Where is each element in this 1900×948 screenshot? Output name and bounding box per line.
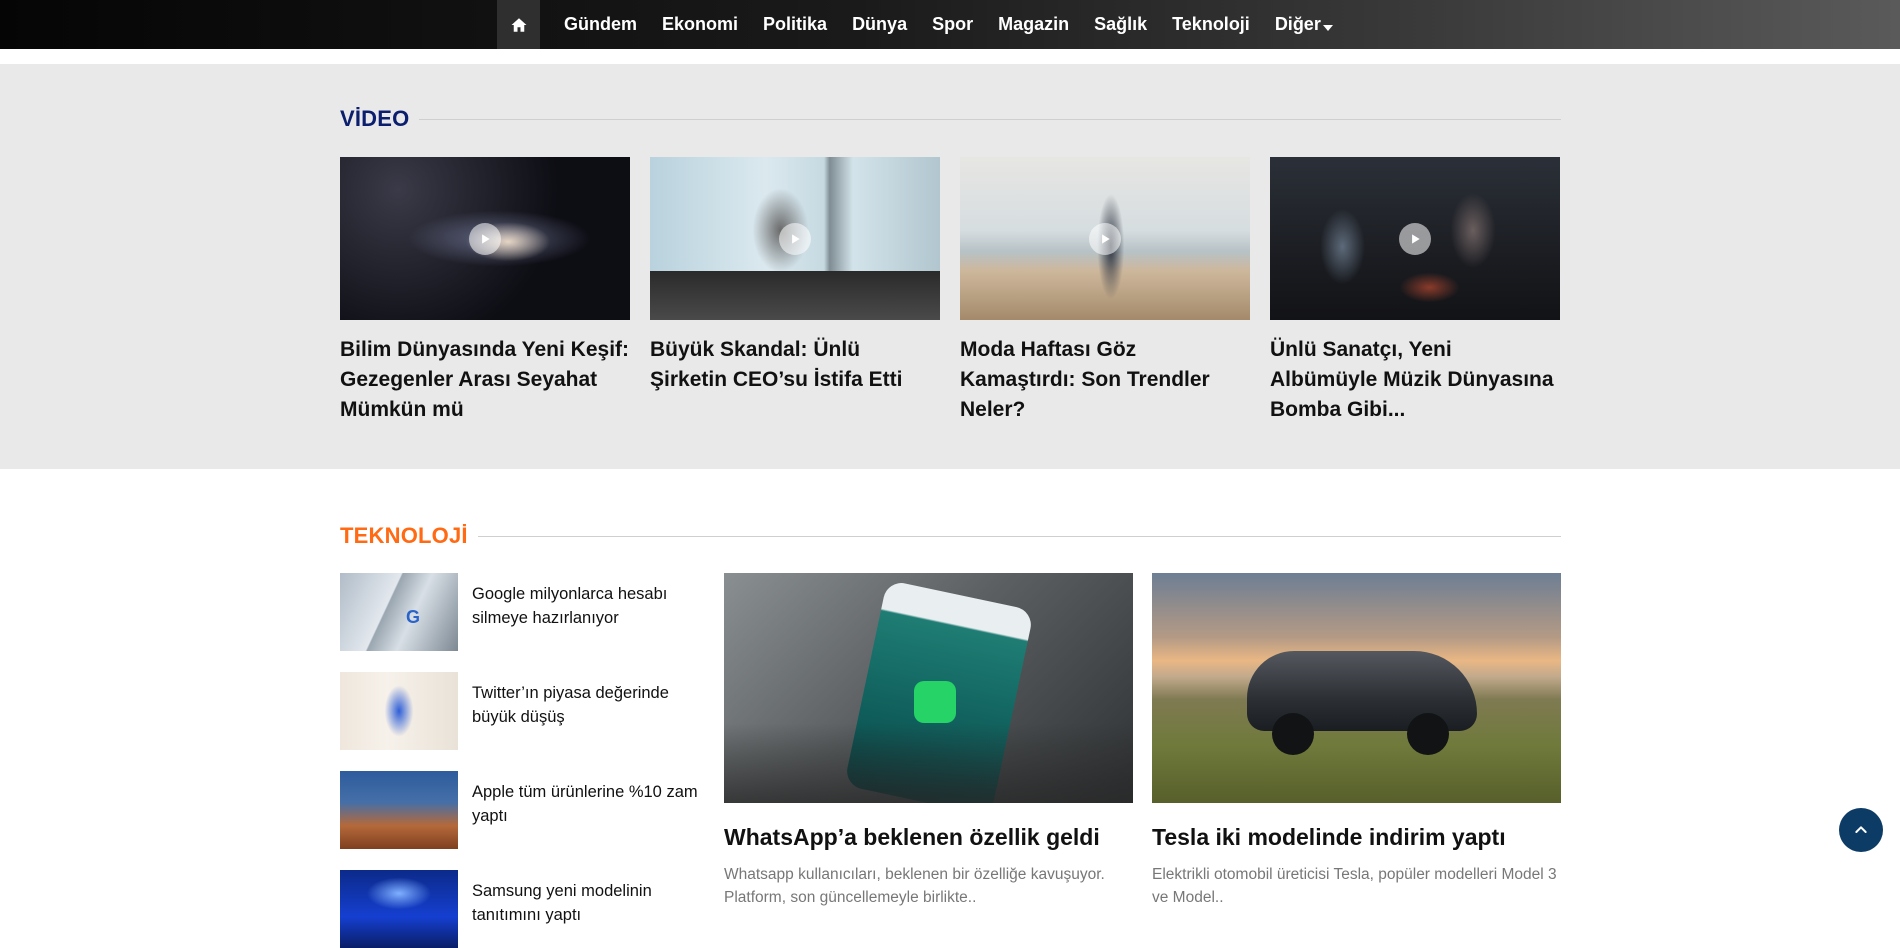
section-divider [477,535,1561,537]
featured-news-summary: Elektrikli otomobil üreticisi Tesla, pop… [1152,866,1557,906]
tech-list-item[interactable]: Twitter’ın piyasa değerinde büyük düşüş [340,672,700,750]
top-navigation-bar: Gündem Ekonomi Politika Dünya Spor Magaz… [0,0,1900,49]
wheel-image [1407,713,1449,755]
tech-list-item[interactable]: Samsung yeni modelinin tanıtımını yaptı [340,870,700,948]
tech-list-item-title[interactable]: Samsung yeni modelinin tanıtımını yaptı [472,879,700,927]
play-icon[interactable] [1399,223,1431,255]
nav-item-ekonomi[interactable]: Ekonomi [662,14,738,35]
news-thumbnail-twitter[interactable] [340,672,458,750]
video-card[interactable]: Büyük Skandal: Ünlü Şirketin CEO’su İsti… [650,157,940,395]
featured-news-summary: Whatsapp kullanıcıları, beklenen bir öze… [724,866,1105,906]
video-card-title[interactable]: Bilim Dünyasında Yeni Keşif: Gezegenler … [340,335,630,425]
google-logo-icon: G [406,607,421,627]
tech-section-title[interactable]: TEKNOLOJİ [340,523,468,549]
nav-item-teknoloji[interactable]: Teknoloji [1172,14,1250,35]
tech-list-item-title[interactable]: Google milyonlarca hesabı silmeye hazırl… [472,582,700,630]
video-section-title[interactable]: VİDEO [340,106,409,132]
featured-news-card[interactable]: WhatsApp’a beklenen özellik geldi Whatsa… [724,573,1133,909]
nav-item-dunya[interactable]: Dünya [852,14,907,35]
caret-down-icon [1322,24,1333,31]
video-card[interactable]: Moda Haftası Göz Kamaştırdı: Son Trendle… [960,157,1250,425]
play-icon[interactable] [779,223,811,255]
video-card-title[interactable]: Büyük Skandal: Ünlü Şirketin CEO’su İsti… [650,335,940,395]
video-thumbnail-fashion[interactable] [960,157,1250,320]
video-card[interactable]: Bilim Dünyasında Yeni Keşif: Gezegenler … [340,157,630,425]
play-icon[interactable] [469,223,501,255]
news-thumbnail-google[interactable]: G [340,573,458,651]
wheel-image [1272,713,1314,755]
tech-list-item-title[interactable]: Twitter’ın piyasa değerinde büyük düşüş [472,681,700,729]
video-section: VİDEO Bilim Dünyasında Yeni Keşif: Gezeg… [0,64,1900,469]
chevron-up-icon [1855,826,1867,833]
hand-image [724,723,1133,803]
news-thumbnail-apple[interactable] [340,771,458,849]
featured-news-title[interactable]: Tesla iki modelinde indirim yaptı [1152,822,1561,852]
featured-news-card[interactable]: Tesla iki modelinde indirim yaptı Elektr… [1152,573,1561,909]
nav-item-gundem[interactable]: Gündem [564,14,637,35]
nav-item-saglik[interactable]: Sağlık [1094,14,1147,35]
video-thumbnail-band[interactable] [1270,157,1560,320]
nav-item-politika[interactable]: Politika [763,14,827,35]
nav-home-button[interactable] [497,0,540,49]
video-thumbnail-ceo[interactable] [650,157,940,320]
tech-list-item[interactable]: Apple tüm ürünlerine %10 zam yaptı [340,771,700,849]
nav-item-diger[interactable]: Diğer [1275,14,1333,35]
section-divider [419,118,1561,120]
nav-item-magazin[interactable]: Magazin [998,14,1069,35]
home-icon [511,17,526,32]
news-thumbnail-whatsapp[interactable] [724,573,1133,803]
tech-list-item-title[interactable]: Apple tüm ürünlerine %10 zam yaptı [472,780,700,828]
nav-more-label: Diğer [1274,14,1321,34]
nav-item-spor[interactable]: Spor [932,14,973,35]
whatsapp-icon [914,681,956,723]
tech-section-header: TEKNOLOJİ [340,523,1561,549]
video-thumbnail-galaxy[interactable] [340,157,630,320]
video-section-header: VİDEO [340,106,1561,132]
back-to-top-button[interactable] [1839,808,1883,852]
news-thumbnail-samsung[interactable] [340,870,458,948]
video-card-title[interactable]: Ünlü Sanatçı, Yeni Albümüyle Müzik Dünya… [1270,335,1560,425]
main-nav: Gündem Ekonomi Politika Dünya Spor Magaz… [497,0,1333,49]
tech-list-item[interactable]: G Google milyonlarca hesabı silmeye hazı… [340,573,700,651]
video-card-title[interactable]: Moda Haftası Göz Kamaştırdı: Son Trendle… [960,335,1250,425]
featured-news-title[interactable]: WhatsApp’a beklenen özellik geldi [724,822,1133,852]
news-thumbnail-tesla[interactable] [1152,573,1561,803]
video-card[interactable]: Ünlü Sanatçı, Yeni Albümüyle Müzik Dünya… [1270,157,1560,425]
play-icon[interactable] [1089,223,1121,255]
